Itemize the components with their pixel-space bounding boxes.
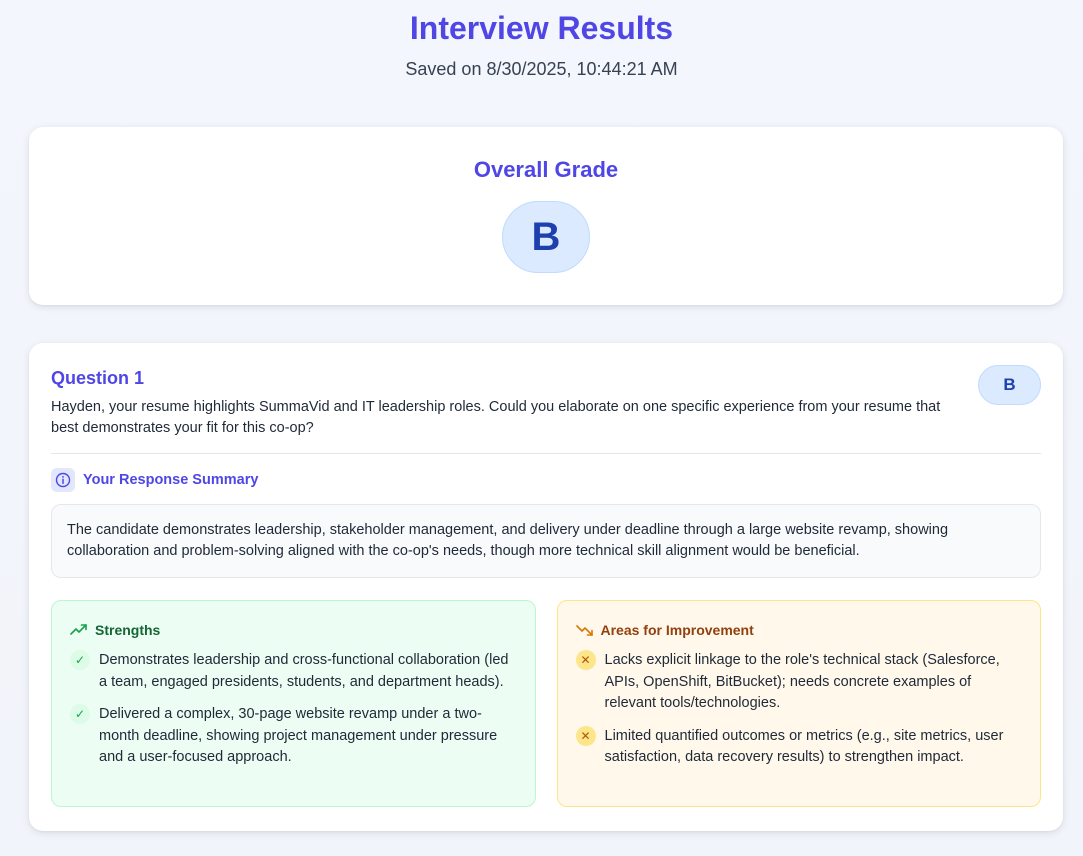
question-card: Question 1 Hayden, your resume highlight… bbox=[29, 343, 1063, 831]
strength-text: Demonstrates leadership and cross-functi… bbox=[99, 652, 509, 690]
strength-item: ✓ Delivered a complex, 30-page website r… bbox=[70, 704, 517, 769]
improvement-text: Lacks explicit linkage to the role's tec… bbox=[604, 652, 1000, 711]
divider bbox=[51, 453, 1041, 454]
improvements-panel: Areas for Improvement ✕ Lacks explicit l… bbox=[556, 600, 1041, 807]
x-icon: ✕ bbox=[575, 725, 596, 746]
improvements-title: Areas for Improvement bbox=[600, 622, 754, 638]
strength-item: ✓ Demonstrates leadership and cross-func… bbox=[70, 650, 517, 693]
strengths-title: Strengths bbox=[95, 622, 161, 638]
check-icon: ✓ bbox=[70, 704, 90, 724]
saved-timestamp: Saved on 8/30/2025, 10:44:21 AM bbox=[405, 59, 678, 79]
overall-grade-badge: B bbox=[502, 201, 590, 273]
page-header: Interview Results Saved on 8/30/2025, 10… bbox=[0, 0, 1083, 80]
info-icon bbox=[51, 468, 75, 492]
improvements-header: Areas for Improvement bbox=[575, 621, 1023, 639]
improvement-item: ✕ Lacks explicit linkage to the role's t… bbox=[575, 650, 1023, 715]
strengths-panel: Strengths ✓ Demonstrates leadership and … bbox=[51, 600, 536, 807]
trending-down-icon bbox=[575, 625, 593, 636]
response-summary-text: The candidate demonstrates leadership, s… bbox=[51, 504, 1041, 578]
x-icon: ✕ bbox=[575, 650, 596, 670]
response-summary-title: Your Response Summary bbox=[83, 472, 259, 488]
question-grade-badge: B bbox=[978, 365, 1041, 405]
overall-grade-card: Overall Grade B bbox=[29, 127, 1063, 305]
strengths-header: Strengths bbox=[70, 621, 517, 639]
question-title: Question 1 bbox=[51, 368, 145, 388]
check-icon: ✓ bbox=[70, 650, 90, 670]
page-title: Interview Results bbox=[409, 10, 674, 46]
question-header: Question 1 Hayden, your resume highlight… bbox=[51, 365, 1041, 439]
overall-grade-label: Overall Grade bbox=[473, 157, 619, 182]
trending-up-icon bbox=[70, 624, 87, 635]
improvement-text: Limited quantified outcomes or metrics (… bbox=[604, 727, 1004, 766]
response-summary-header: Your Response Summary bbox=[51, 468, 1041, 492]
feedback-columns: Strengths ✓ Demonstrates leadership and … bbox=[51, 600, 1041, 807]
strength-text: Delivered a complex, 30-page website rev… bbox=[99, 706, 498, 765]
improvement-item: ✕ Limited quantified outcomes or metrics… bbox=[575, 725, 1023, 769]
question-text: Hayden, your resume highlights SummaVid … bbox=[51, 399, 941, 436]
